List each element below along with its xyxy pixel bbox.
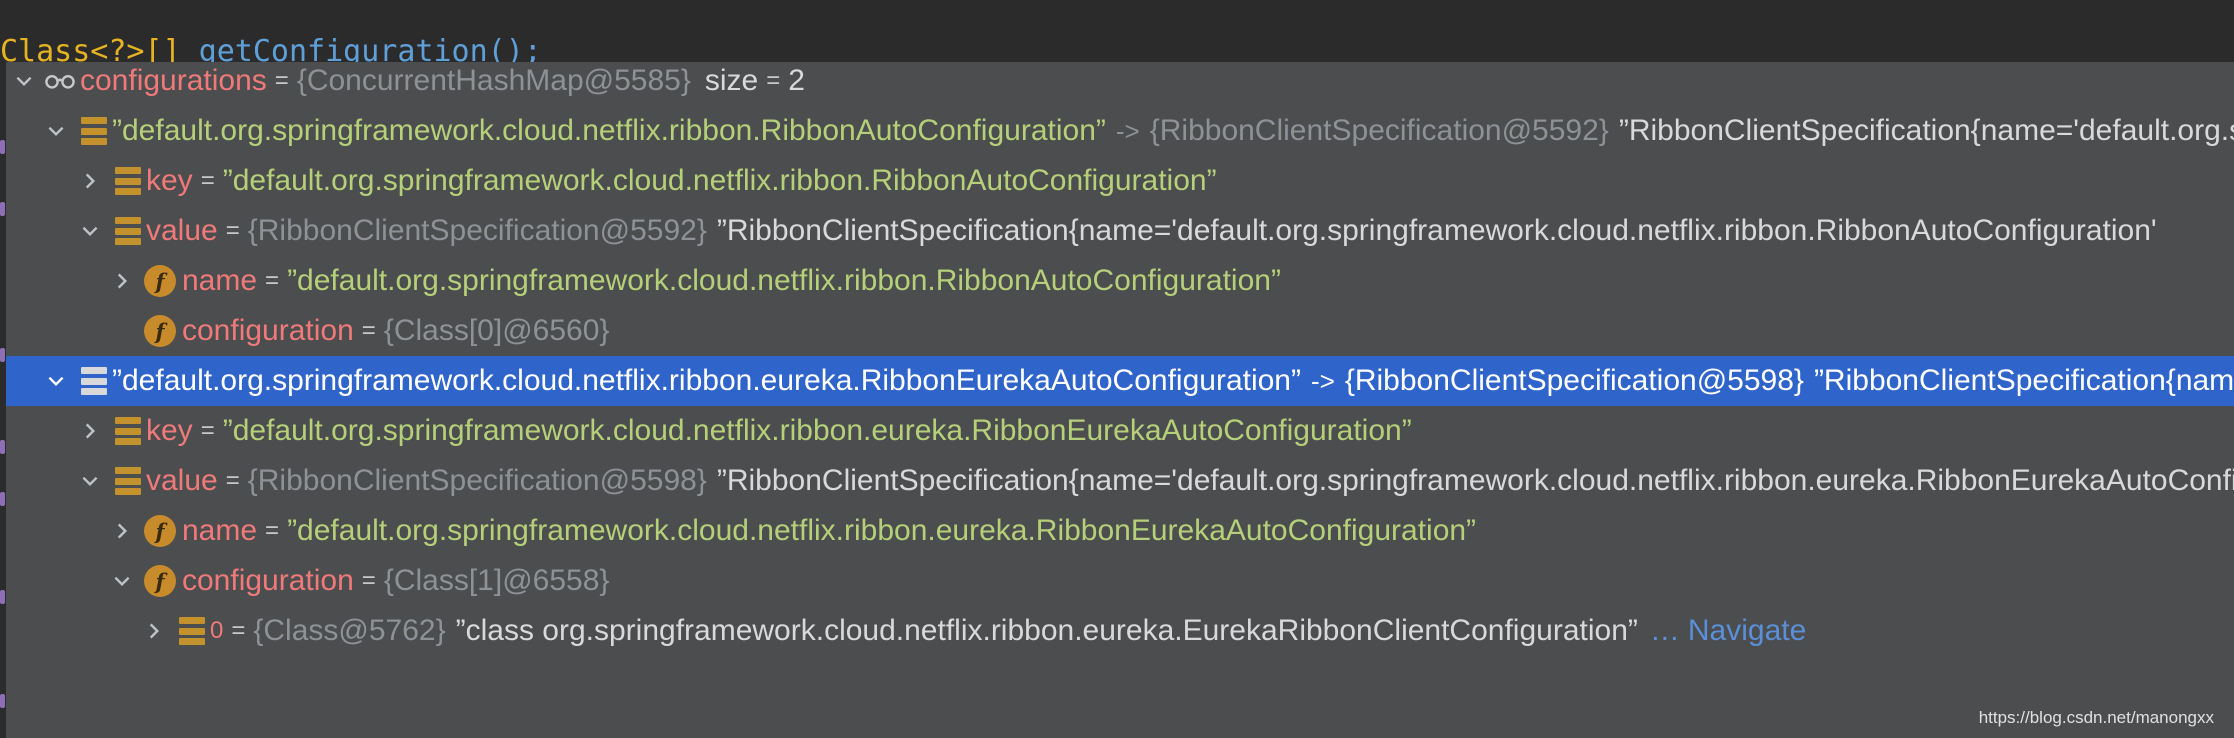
map-entry-icon <box>112 215 144 247</box>
size-label: size <box>704 64 759 97</box>
navigate-link[interactable]: Navigate <box>1688 614 1806 648</box>
field-icon: f <box>144 265 176 297</box>
chevron-right-icon[interactable] <box>142 619 166 643</box>
string-value: ”default.org.springframework.cloud.netfl… <box>287 514 1477 547</box>
field-icon: f <box>144 565 176 597</box>
tree-row-key[interactable]: key = ”default.org.springframework.cloud… <box>6 406 2234 456</box>
map-entry-icon <box>112 415 144 447</box>
tree-row-field-configuration[interactable]: f configuration = {Class[1]@6558} <box>6 556 2234 606</box>
object-reference: {Class@5762} <box>253 614 446 647</box>
map-entry-icon <box>78 115 110 147</box>
chevron-down-icon[interactable] <box>12 69 36 93</box>
chevron-down-icon[interactable] <box>78 219 102 243</box>
ellipsis: … <box>1649 614 1680 647</box>
tree-row-map-entry-selected[interactable]: ”default.org.springframework.cloud.netfl… <box>6 356 2234 406</box>
chevron-down-icon[interactable] <box>44 119 68 143</box>
code-type: Class<?>[] <box>0 34 199 64</box>
watermark: https://blog.csdn.net/manongxx <box>1978 708 2214 727</box>
tree-row-value[interactable]: value = {RibbonClientSpecification@5598}… <box>6 456 2234 506</box>
field-name: configuration <box>182 564 354 597</box>
class-tostring: ”class org.springframework.cloud.netflix… <box>455 614 1638 647</box>
entry-key-string: ”default.org.springframework.cloud.netfl… <box>112 114 1106 147</box>
field-name: name <box>182 514 258 547</box>
field-icon: f <box>144 515 176 547</box>
glasses-icon <box>44 65 76 97</box>
variable-name: key <box>146 164 193 197</box>
value-tostring: ”RibbonClientSpecification{name='default… <box>716 464 2234 497</box>
object-reference: {RibbonClientSpecification@5592} <box>1149 114 1609 147</box>
object-reference: {RibbonClientSpecification@5598} <box>1344 364 1804 397</box>
tree-row-map-entry[interactable]: ”default.org.springframework.cloud.netfl… <box>6 106 2234 156</box>
string-value: ”default.org.springframework.cloud.netfl… <box>222 164 1217 197</box>
entry-tostring: ”RibbonClientSpecification{name='default… <box>1813 364 2234 397</box>
variable-name: configurations <box>80 64 267 97</box>
map-entry-icon <box>112 165 144 197</box>
chevron-down-icon[interactable] <box>110 569 134 593</box>
array-index: 0 <box>210 617 224 644</box>
object-reference: {Class[1]@6558} <box>383 564 610 597</box>
field-name: name <box>182 264 258 297</box>
size-value: 2 <box>788 64 805 97</box>
object-reference: {RibbonClientSpecification@5592} <box>247 214 707 247</box>
chevron-right-icon[interactable] <box>110 519 134 543</box>
tree-row-field-configuration[interactable]: f configuration = {Class[0]@6560} <box>6 306 2234 356</box>
chevron-right-icon[interactable] <box>78 169 102 193</box>
string-value: ”default.org.springframework.cloud.netfl… <box>222 414 1412 447</box>
tree-row-value[interactable]: value = {RibbonClientSpecification@5592}… <box>6 206 2234 256</box>
entry-tostring: ”RibbonClientSpecification{name='default… <box>1618 114 2234 147</box>
map-entry-icon <box>78 365 110 397</box>
tree-row-array-element[interactable]: 0 = {Class@5762} ”class org.springframew… <box>6 606 2234 656</box>
tree-row-key[interactable]: key = ”default.org.springframework.cloud… <box>6 156 2234 206</box>
variable-name: value <box>146 464 218 497</box>
tree-row-configurations[interactable]: configurations = {ConcurrentHashMap@5585… <box>6 62 2234 106</box>
object-reference: {ConcurrentHashMap@5585} <box>296 64 691 97</box>
code-line: Class<?>[] getConfiguration(); <box>0 34 800 64</box>
field-name: configuration <box>182 314 354 347</box>
variable-name: key <box>146 414 193 447</box>
tree-row-field-name[interactable]: f name = ”default.org.springframework.cl… <box>6 506 2234 556</box>
variable-name: value <box>146 214 218 247</box>
object-reference: {RibbonClientSpecification@5598} <box>247 464 707 497</box>
debugger-variables-popup: configurations = {ConcurrentHashMap@5585… <box>6 62 2234 738</box>
value-tostring: ”RibbonClientSpecification{name='default… <box>716 214 2157 247</box>
object-reference: {Class[0]@6560} <box>383 314 610 347</box>
map-entry-icon <box>112 465 144 497</box>
chevron-down-icon[interactable] <box>44 369 68 393</box>
entry-key-string: ”default.org.springframework.cloud.netfl… <box>112 364 1301 397</box>
chevron-right-icon[interactable] <box>110 269 134 293</box>
string-value: ”default.org.springframework.cloud.netfl… <box>287 264 1281 297</box>
code-method: getConfiguration(); <box>198 34 542 64</box>
map-entry-icon <box>176 615 208 647</box>
tree-row-field-name[interactable]: f name = ”default.org.springframework.cl… <box>6 256 2234 306</box>
chevron-right-icon[interactable] <box>78 419 102 443</box>
chevron-down-icon[interactable] <box>78 469 102 493</box>
field-icon: f <box>144 315 176 347</box>
